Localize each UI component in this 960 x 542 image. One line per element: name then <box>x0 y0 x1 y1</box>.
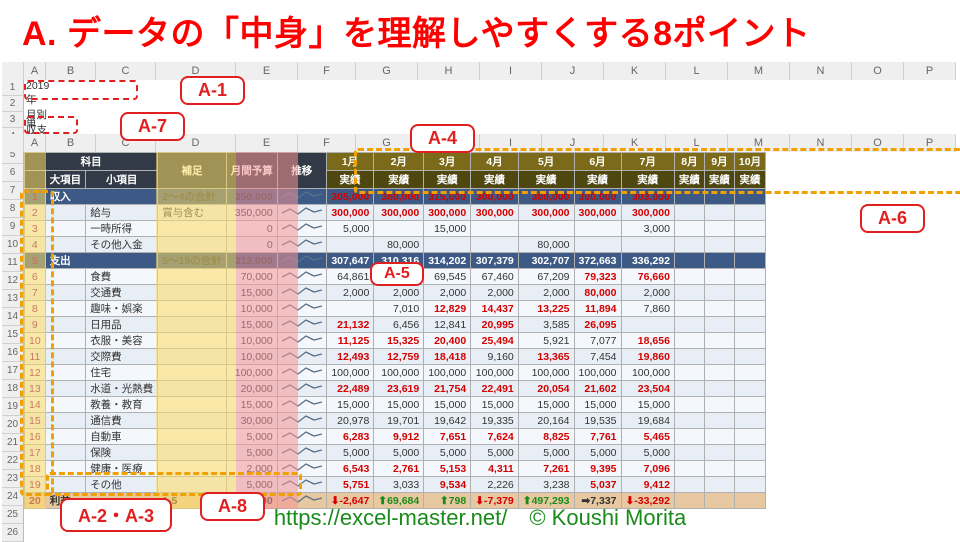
callout-a7: A-7 <box>120 112 185 141</box>
callout-a8: A-8 <box>200 492 265 521</box>
highlight-a3 <box>24 116 78 134</box>
callout-a4: A-4 <box>410 124 475 153</box>
highlight-profit-row <box>46 472 302 496</box>
highlight-a1 <box>24 80 138 100</box>
page-title: A. データの「中身」を理解しやすくする8ポイント <box>22 6 811 55</box>
callout-a5: A-5 <box>370 262 424 286</box>
highlight-left <box>20 190 54 496</box>
callout-a6: A-6 <box>860 204 925 233</box>
accent-col-budget <box>236 152 298 509</box>
highlight-months <box>354 148 960 194</box>
callout-a1: A-1 <box>180 76 245 105</box>
accent-col-note <box>156 152 236 509</box>
callout-a2-a3: A-2・A-3 <box>60 498 172 532</box>
data-table: 科目補足月間予算推移1月2月3月4月5月6月7月8月9月10月大項目小項目実績実… <box>24 152 766 509</box>
excel-column-headers: ABCDEFGHIJKLMNOP <box>2 62 956 80</box>
